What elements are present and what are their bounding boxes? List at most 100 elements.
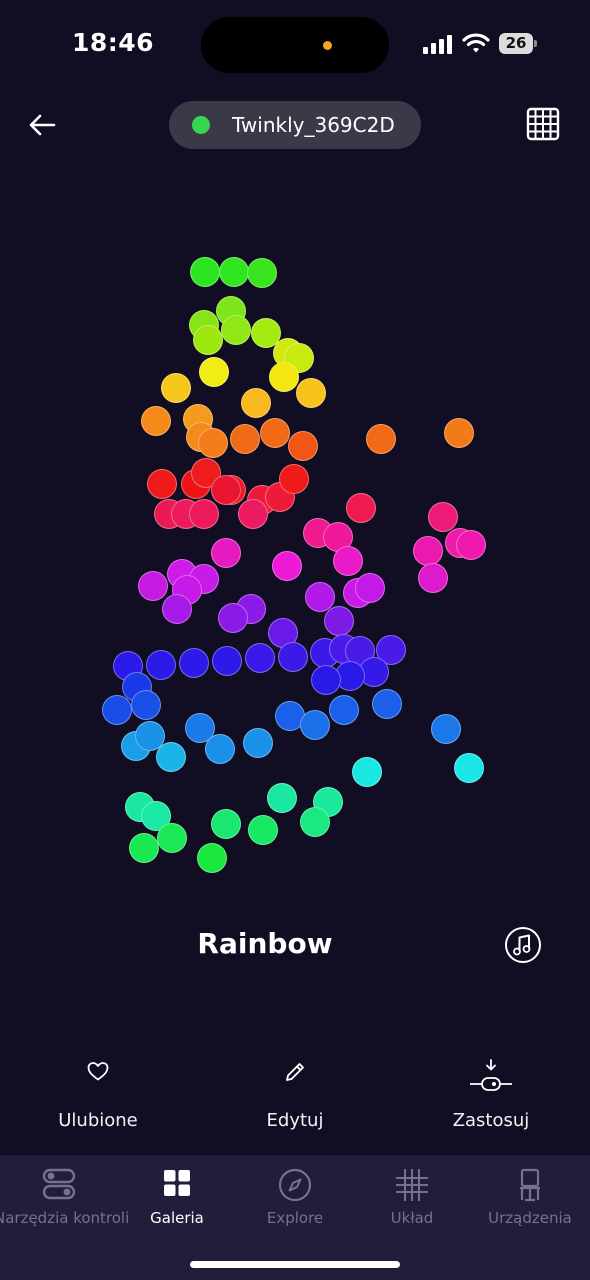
battery-level: 26: [505, 34, 527, 52]
home-indicator: [190, 1261, 400, 1268]
devices-icon: [520, 1168, 540, 1202]
edit-button[interactable]: Edytuj: [215, 1050, 375, 1140]
tab-layout-label: Układ: [390, 1209, 434, 1227]
apply-download-icon: [470, 1059, 512, 1091]
led-dot: [288, 431, 318, 461]
led-dot: [300, 807, 330, 837]
led-dot: [418, 563, 448, 593]
led-dot: [219, 257, 249, 287]
led-preview-canvas: [0, 240, 590, 900]
led-dot: [260, 418, 290, 448]
effect-actions: Ulubione Edytuj Zastosuj: [0, 1050, 590, 1140]
led-dot: [190, 257, 220, 287]
led-dot: [324, 606, 354, 636]
wifi-icon: [462, 33, 490, 53]
led-dot: [146, 650, 176, 680]
led-dot: [444, 418, 474, 448]
apply-label: Zastosuj: [452, 1110, 530, 1131]
led-dot: [211, 809, 241, 839]
tab-layout[interactable]: Układ: [347, 1155, 477, 1245]
led-dot: [138, 571, 168, 601]
tab-control-tools-label: Narzędzia kontroli: [0, 1209, 130, 1227]
led-dot: [161, 373, 191, 403]
tab-explore[interactable]: Explore: [230, 1155, 360, 1245]
status-bar: 18:46 26: [0, 0, 590, 90]
led-dot: [269, 362, 299, 392]
led-dot: [197, 843, 227, 873]
effect-title: Rainbow: [197, 927, 333, 960]
led-dot: [189, 499, 219, 529]
led-dot: [296, 378, 326, 408]
battery-icon: 26: [499, 33, 537, 54]
led-dot: [212, 646, 242, 676]
favorite-button[interactable]: Ulubione: [18, 1050, 178, 1140]
led-dot: [179, 648, 209, 678]
led-dot: [241, 388, 271, 418]
led-dot: [243, 728, 273, 758]
led-dot: [311, 665, 341, 695]
led-dot: [221, 315, 251, 345]
led-dot: [355, 573, 385, 603]
layout-grid-icon: [396, 1169, 428, 1201]
led-dot: [198, 428, 228, 458]
tab-devices[interactable]: Urządzenia: [465, 1155, 590, 1245]
led-dot: [454, 753, 484, 783]
led-dot: [230, 424, 260, 454]
led-dot: [413, 536, 443, 566]
led-dot: [267, 783, 297, 813]
tab-devices-label: Urządzenia: [488, 1209, 572, 1227]
dynamic-island: [201, 17, 389, 73]
led-dot: [346, 493, 376, 523]
tab-explore-label: Explore: [266, 1209, 324, 1227]
pencil-icon: [286, 1063, 304, 1081]
led-dot: [218, 603, 248, 633]
led-dot: [372, 689, 402, 719]
led-dot: [366, 424, 396, 454]
led-dot: [247, 258, 277, 288]
compass-icon: [278, 1168, 312, 1202]
led-dot: [156, 742, 186, 772]
cellular-signal-icon: [423, 35, 452, 54]
led-dot: [129, 833, 159, 863]
led-dot: [329, 695, 359, 725]
tab-gallery[interactable]: Galeria: [112, 1155, 242, 1245]
led-grid-icon[interactable]: [526, 107, 560, 141]
led-dot: [131, 690, 161, 720]
tab-gallery-label: Galeria: [150, 1209, 204, 1227]
led-dot: [141, 406, 171, 436]
device-selector[interactable]: Twinkly_369C2D: [169, 101, 421, 149]
gallery-grid-icon: [164, 1170, 190, 1196]
music-note-icon[interactable]: [504, 926, 542, 964]
led-dot: [279, 464, 309, 494]
led-dot: [193, 325, 223, 355]
led-dot: [157, 823, 187, 853]
favorite-label: Ulubione: [58, 1110, 138, 1131]
led-dot: [245, 643, 275, 673]
led-dot: [272, 551, 302, 581]
toggles-icon: [42, 1168, 76, 1200]
led-dot: [333, 546, 363, 576]
led-dot: [211, 475, 241, 505]
tab-control-tools[interactable]: Narzędzia kontroli: [0, 1155, 130, 1245]
led-dot: [431, 714, 461, 744]
connection-status-dot: [192, 116, 210, 134]
led-dot: [248, 815, 278, 845]
led-dot: [428, 502, 458, 532]
device-name: Twinkly_369C2D: [232, 113, 395, 137]
led-dot: [102, 695, 132, 725]
led-dot: [238, 499, 268, 529]
led-dot: [278, 642, 308, 672]
privacy-indicator-dot: [323, 41, 332, 50]
led-dot: [211, 538, 241, 568]
led-dot: [147, 469, 177, 499]
led-dot: [456, 530, 486, 560]
back-arrow-icon[interactable]: [26, 110, 58, 140]
led-dot: [205, 734, 235, 764]
status-time: 18:46: [72, 28, 155, 57]
apply-button[interactable]: Zastosuj: [411, 1050, 571, 1140]
led-dot: [352, 757, 382, 787]
led-dot: [300, 710, 330, 740]
heart-icon: [87, 1062, 109, 1081]
led-dot: [162, 594, 192, 624]
edit-label: Edytuj: [266, 1110, 324, 1131]
